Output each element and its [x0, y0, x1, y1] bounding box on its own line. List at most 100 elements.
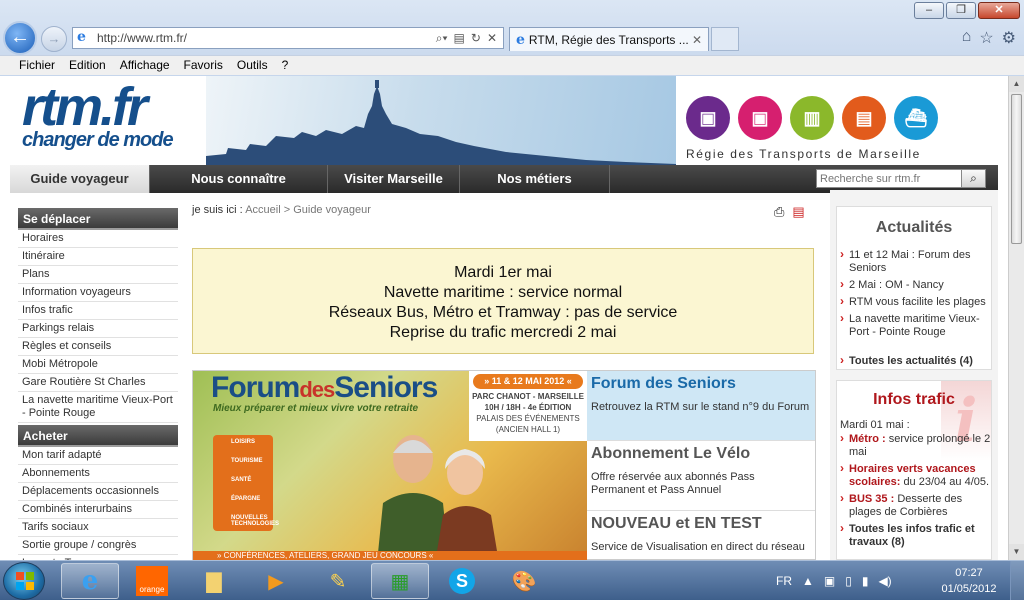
site-search: ⌕ [816, 169, 986, 188]
favorites-star-icon[interactable]: ☆ [979, 28, 993, 48]
infos-item[interactable]: BUS 35 : Desserte des plages de Corbière… [837, 491, 991, 521]
nav-nos-metiers[interactable]: Nos métiers [460, 165, 610, 193]
promo-item[interactable]: NOUVEAU et EN TEST Service de Visualisat… [587, 511, 815, 560]
sidebar-item[interactable]: Plans [18, 266, 178, 284]
paint-tool-icon[interactable]: ✎ [309, 563, 367, 599]
menu-help[interactable]: ? [275, 56, 296, 75]
nav-guide-voyageur[interactable]: Guide voyageur [10, 165, 150, 193]
minimize-button[interactable]: – [914, 2, 944, 19]
sidebar-item[interactable]: Tarifs sociaux [18, 519, 178, 537]
address-bar[interactable]: e http://www.rtm.fr/ ⌕▾ ▤ ↻ ✕ [72, 27, 504, 49]
search-icon[interactable]: ⌕▾ [436, 31, 448, 46]
language-indicator[interactable]: FR [776, 574, 792, 588]
search-icon[interactable]: ⌕ [961, 170, 985, 187]
scroll-up-icon[interactable]: ▲ [1009, 76, 1024, 92]
windows-taskbar: e orange ▇ ▶ ✎ ▦ S 🎨 FR ▲ ▣ ▯ ▮ ◀) 07:27… [0, 560, 1024, 600]
scroll-thumb[interactable] [1011, 94, 1022, 244]
poster-ticker: » CONFÉRENCES, ATELIERS, GRAND JEU CONCO… [193, 551, 587, 560]
sidebar-item[interactable]: Parkings relais [18, 320, 178, 338]
refresh-icon[interactable]: ↻ [471, 31, 481, 46]
actualites-item[interactable]: RTM vous facilite les plages [837, 294, 991, 311]
signal-icon[interactable]: ▮ [862, 574, 869, 588]
promo-item[interactable]: Abonnement Le Vélo Offre réservée aux ab… [587, 441, 815, 511]
sidebar-item[interactable]: Gare Routière St Charles [18, 374, 178, 392]
infos-item[interactable]: Horaires verts vacances scolaires: du 23… [837, 461, 991, 491]
stop-icon[interactable]: ✕ [487, 31, 497, 46]
start-button[interactable] [3, 562, 45, 600]
sidebar-item[interactable]: Déplacements occasionnels [18, 483, 178, 501]
sidebar-item[interactable]: Abonnements [18, 465, 178, 483]
actualites-item[interactable]: La navette maritime Vieux-Port - Pointe … [837, 311, 991, 341]
close-button[interactable]: ✕ [978, 2, 1020, 19]
new-tab-button[interactable] [711, 27, 739, 51]
forum-seniors-poster[interactable]: ForumdesSeniors Mieux préparer et mieux … [193, 371, 587, 560]
nav-nous-connaitre[interactable]: Nous connaître [150, 165, 328, 193]
tab-favicon: e [516, 31, 525, 48]
back-button[interactable]: ← [3, 21, 37, 55]
gear-icon[interactable]: ⚙ [1002, 28, 1016, 48]
main-nav: Guide voyageur Nous connaître Visiter Ma… [10, 165, 998, 193]
sidebar-item[interactable]: Itinéraire [18, 248, 178, 266]
sidebar-item[interactable]: Horaires [18, 230, 178, 248]
right-column: Actualités 11 et 12 Mai : Forum des Seni… [830, 190, 998, 560]
scroll-down-icon[interactable]: ▼ [1009, 544, 1024, 560]
sidebar-item[interactable]: Mon tarif adapté [18, 447, 178, 465]
nav-visiter-marseille[interactable]: Visiter Marseille [328, 165, 460, 193]
app-window-icon[interactable]: ▦ [371, 563, 429, 599]
sidebar-item[interactable]: Sortie groupe / congrès [18, 537, 178, 555]
bus-mode-icon[interactable]: ▣ [686, 96, 730, 140]
menu-outils[interactable]: Outils [230, 56, 275, 75]
pdf-icon[interactable]: ▤ [792, 204, 804, 220]
print-icon[interactable]: ⎙ [774, 204, 784, 220]
boat-mode-icon[interactable]: ⛴ [894, 96, 938, 140]
sidebar-item[interactable]: Règles et conseils [18, 338, 178, 356]
ie-icon: e [77, 29, 86, 45]
address-url[interactable]: http://www.rtm.fr/ [97, 31, 436, 45]
forward-button[interactable]: → [41, 26, 67, 52]
infos-more-link[interactable]: Toutes les infos trafic et travaux (8) [837, 521, 991, 551]
sidebar-item[interactable]: Information voyageurs [18, 284, 178, 302]
menu-favoris[interactable]: Favoris [177, 56, 230, 75]
menu-edition[interactable]: Edition [62, 56, 113, 75]
orange-taskbar-icon[interactable]: orange [123, 563, 181, 599]
poster-themes: LOISIRS TOURISME SANTÉ ÉPARGNE NOUVELLES… [213, 435, 279, 531]
explorer-folder-icon[interactable]: ▇ [185, 563, 243, 599]
clock-time: 07:27 [955, 567, 983, 579]
notice-line: Mardi 1er mai [454, 264, 552, 281]
battery-icon[interactable]: ▯ [845, 574, 852, 588]
ie-taskbar-icon[interactable]: e [61, 563, 119, 599]
metro-mode-icon[interactable]: ▣ [738, 96, 782, 140]
compat-icon[interactable]: ▤ [454, 31, 465, 46]
senior-couple-photo [377, 435, 499, 560]
browser-tab[interactable]: e RTM, Régie des Transports ... ✕ [509, 27, 709, 51]
menu-affichage[interactable]: Affichage [113, 56, 177, 75]
site-search-input[interactable] [817, 170, 961, 187]
tram-mode-icon[interactable]: ▥ [790, 96, 834, 140]
paint-palette-icon[interactable]: 🎨 [495, 563, 553, 599]
maximize-button[interactable]: ❐ [946, 2, 976, 19]
bike-mode-icon[interactable]: ▤ [842, 96, 886, 140]
breadcrumb-path[interactable]: Accueil > Guide voyageur [245, 204, 371, 216]
sidebar-item[interactable]: Combinés interurbains [18, 501, 178, 519]
actualites-more-link[interactable]: Toutes les actualités (4) [837, 353, 991, 370]
sidebar-heading-acheter: Acheter [18, 425, 178, 447]
home-icon[interactable]: ⌂ [962, 28, 972, 48]
taskbar-clock[interactable]: 07:27 01/05/2012 [936, 565, 1002, 597]
menu-fichier[interactable]: Fichier [12, 56, 62, 75]
network-icon[interactable]: ▣ [824, 574, 835, 588]
volume-icon[interactable]: ◀) [878, 574, 891, 588]
infos-item[interactable]: Métro : service prolongé le 2 mai [837, 431, 991, 461]
sidebar-item[interactable]: La navette maritime Vieux-Port - Pointe … [18, 392, 178, 423]
actualites-item[interactable]: 2 Mai : OM - Nancy [837, 277, 991, 294]
tab-close-icon[interactable]: ✕ [692, 33, 702, 47]
sidebar-item[interactable]: Infos trafic [18, 302, 178, 320]
media-player-icon[interactable]: ▶ [247, 563, 305, 599]
actualites-item[interactable]: 11 et 12 Mai : Forum des Seniors [837, 247, 991, 277]
sidebar-item[interactable]: Mobi Métropole [18, 356, 178, 374]
skype-icon[interactable]: S [433, 563, 491, 599]
rtm-logo[interactable]: rtm.fr changer de mode [22, 80, 212, 162]
tray-expand-icon[interactable]: ▲ [802, 574, 814, 588]
promo-item[interactable]: Forum des Seniors Retrouvez la RTM sur l… [587, 371, 815, 441]
vertical-scrollbar[interactable]: ▲ ▼ [1008, 76, 1024, 560]
show-desktop-button[interactable] [1010, 561, 1024, 600]
